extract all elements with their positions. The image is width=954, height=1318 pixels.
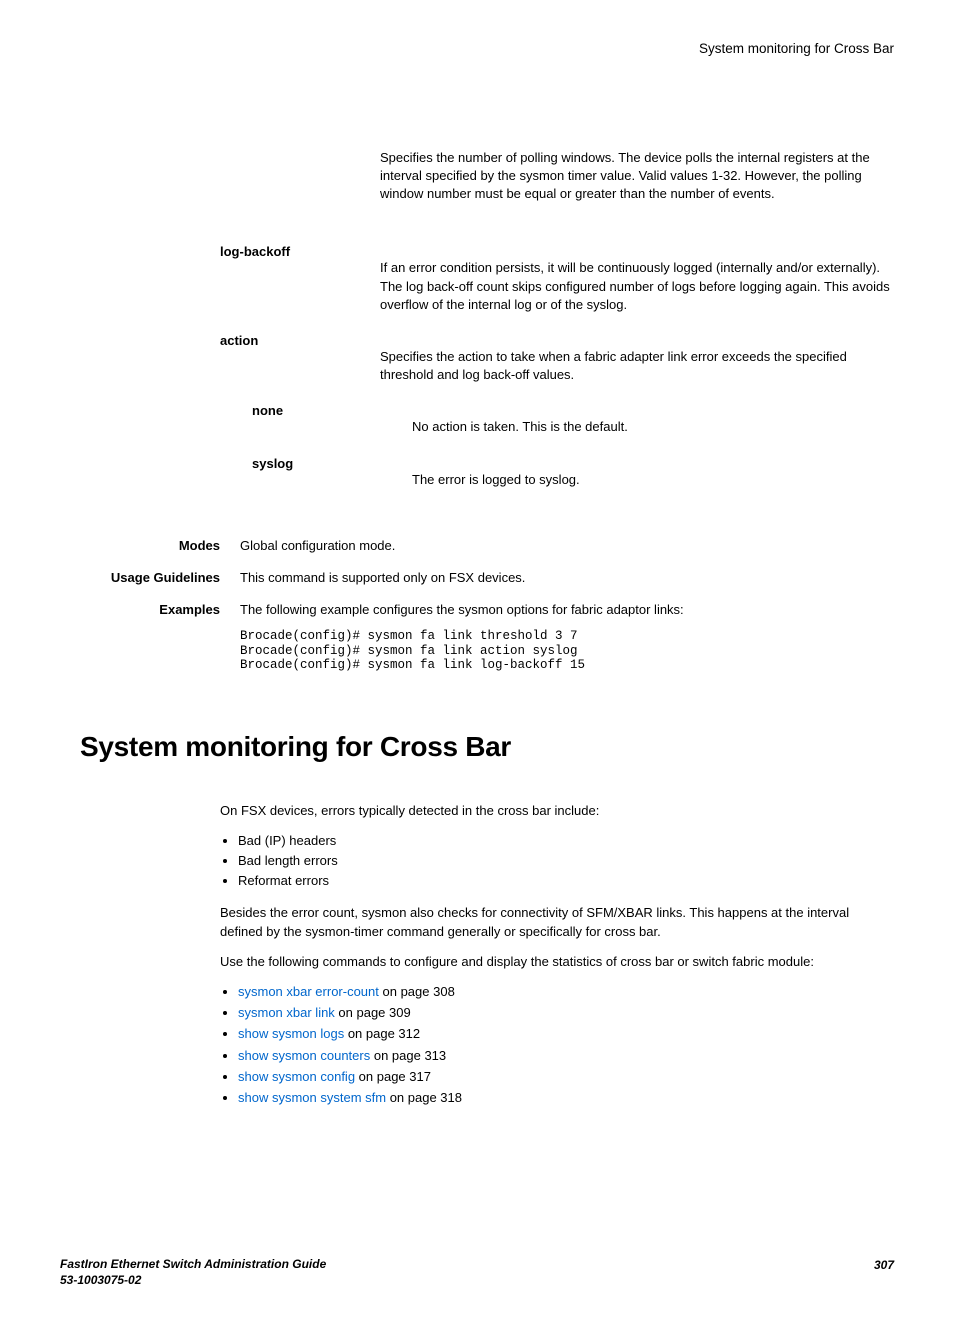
param-desc-polling: Specifies the number of polling windows.…	[380, 149, 894, 204]
list-item: show sysmon config on page 317	[238, 1068, 894, 1086]
xref-link[interactable]: show sysmon config	[238, 1069, 355, 1084]
section-modes: Modes Global configuration mode.	[60, 537, 894, 555]
xref-suffix: on page 318	[386, 1090, 462, 1105]
param-desc: If an error condition persists, it will …	[380, 243, 894, 314]
list-item: show sysmon counters on page 313	[238, 1047, 894, 1065]
param-action: action Specifies the action to take when…	[220, 332, 894, 384]
param-label: action	[220, 332, 380, 384]
list-item: sysmon xbar error-count on page 308	[238, 983, 894, 1001]
section-label: Modes	[60, 537, 240, 555]
section-heading: System monitoring for Cross Bar	[80, 727, 894, 766]
xref-link[interactable]: show sysmon counters	[238, 1048, 370, 1063]
body-paragraph: Use the following commands to configure …	[220, 953, 894, 971]
xref-suffix: on page 317	[355, 1069, 431, 1084]
param-label: syslog	[220, 455, 412, 489]
param-label: none	[220, 402, 412, 436]
code-block: Brocade(config)# sysmon fa link threshol…	[240, 629, 894, 672]
list-item: Bad length errors	[238, 852, 894, 870]
param-log-backoff: log-backoff If an error condition persis…	[220, 243, 894, 314]
param-desc: Specifies the action to take when a fabr…	[380, 332, 894, 384]
xref-suffix: on page 312	[344, 1026, 420, 1041]
list-item: sysmon xbar link on page 309	[238, 1004, 894, 1022]
page-footer: FastIron Ethernet Switch Administration …	[60, 1257, 894, 1288]
xref-suffix: on page 313	[370, 1048, 446, 1063]
param-syslog: syslog The error is logged to syslog.	[220, 455, 894, 489]
xref-link[interactable]: sysmon xbar link	[238, 1005, 335, 1020]
examples-intro: The following example configures the sys…	[240, 602, 684, 617]
list-item: show sysmon system sfm on page 318	[238, 1089, 894, 1107]
section-label: Examples	[60, 601, 240, 672]
section-content: The following example configures the sys…	[240, 601, 894, 672]
bullet-list-errors: Bad (IP) headers Bad length errors Refor…	[220, 832, 894, 891]
param-desc: No action is taken. This is the default.	[412, 402, 894, 436]
section-content: Global configuration mode.	[240, 537, 894, 555]
list-item: Bad (IP) headers	[238, 832, 894, 850]
xref-link[interactable]: sysmon xbar error-count	[238, 984, 379, 999]
xref-suffix: on page 309	[335, 1005, 411, 1020]
body-paragraph: On FSX devices, errors typically detecte…	[220, 802, 894, 820]
section-examples: Examples The following example configure…	[60, 601, 894, 672]
body-paragraph: Besides the error count, sysmon also che…	[220, 904, 894, 940]
param-none: none No action is taken. This is the def…	[220, 402, 894, 436]
footer-title: FastIron Ethernet Switch Administration …	[60, 1257, 326, 1273]
param-desc: The error is logged to syslog.	[412, 455, 894, 489]
param-label: log-backoff	[220, 243, 380, 314]
xref-link[interactable]: show sysmon system sfm	[238, 1090, 386, 1105]
section-content: This command is supported only on FSX de…	[240, 569, 894, 587]
footer-docnum: 53-1003075-02	[60, 1273, 326, 1289]
xref-suffix: on page 308	[379, 984, 455, 999]
xref-link[interactable]: show sysmon logs	[238, 1026, 344, 1041]
section-label: Usage Guidelines	[60, 569, 240, 587]
list-item: Reformat errors	[238, 872, 894, 890]
bullet-list-links: sysmon xbar error-count on page 308 sysm…	[220, 983, 894, 1107]
list-item: show sysmon logs on page 312	[238, 1025, 894, 1043]
footer-page-number: 307	[874, 1257, 894, 1288]
section-usage: Usage Guidelines This command is support…	[60, 569, 894, 587]
running-header: System monitoring for Cross Bar	[60, 40, 894, 59]
